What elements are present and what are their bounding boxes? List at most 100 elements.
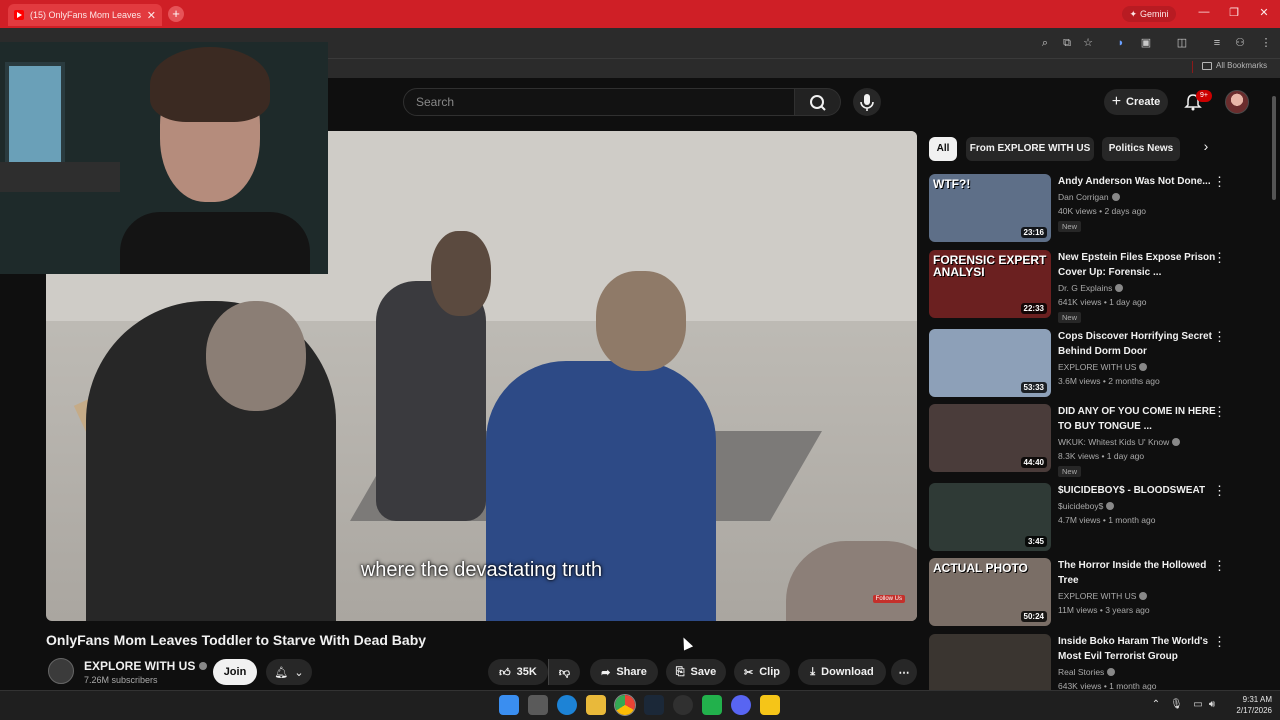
file-explorer-icon[interactable]: [586, 695, 606, 715]
channel-avatar[interactable]: [48, 658, 74, 684]
more-actions-button[interactable]: ⋯: [891, 659, 917, 685]
video-title: OnlyFans Mom Leaves Toddler to Starve Wi…: [46, 632, 427, 648]
gemini-label: Gemini: [1140, 9, 1169, 19]
verified-icon: [1107, 668, 1116, 676]
search-button[interactable]: [795, 88, 841, 116]
start-icon[interactable]: [499, 695, 519, 715]
chip-politics-news[interactable]: Politics News: [1102, 137, 1180, 161]
steam-icon[interactable]: [644, 695, 664, 715]
recommended-video-title[interactable]: Andy Anderson Was Not Done...: [1058, 174, 1226, 189]
video-scene-head-woman: [431, 231, 491, 316]
microphone-icon: [860, 94, 874, 111]
recommended-video-title[interactable]: The Horror Inside the Hollowed Tree: [1058, 558, 1226, 588]
split-view-icon[interactable]: ◫: [1175, 36, 1189, 50]
recommended-channel[interactable]: $uicideboy$: [1058, 501, 1115, 511]
install-icon[interactable]: ⧉: [1060, 36, 1074, 50]
app-icon[interactable]: [760, 695, 780, 715]
zoom-icon[interactable]: ⌕: [1038, 36, 1052, 50]
reading-list-icon[interactable]: ≡: [1210, 36, 1224, 50]
more-options-icon[interactable]: ⋮: [1213, 405, 1226, 418]
video-thumbnail[interactable]: ACTUAL PHOTO 50:24: [929, 558, 1051, 626]
profile-icon[interactable]: ⚇: [1233, 36, 1247, 50]
chevron-right-icon[interactable]: ›: [1196, 138, 1216, 160]
chip-all[interactable]: All: [929, 137, 957, 161]
recommended-video-title[interactable]: Cops Discover Horrifying Secret Behind D…: [1058, 329, 1226, 359]
more-options-icon[interactable]: ⋮: [1213, 559, 1226, 572]
recommended-video[interactable]: ACTUAL PHOTO 50:24 The Horror Inside the H…: [929, 558, 1259, 630]
verified-icon: [199, 662, 208, 670]
bookmark-star-icon[interactable]: ☆: [1081, 36, 1095, 50]
save-button[interactable]: ⎘ Save: [666, 659, 726, 685]
recommended-video[interactable]: 44:40 DID ANY OF YOU COME IN HERE TO BUY …: [929, 404, 1259, 477]
subscriber-count: 7.26M subscribers: [84, 675, 158, 685]
minimize-button[interactable]: —: [1194, 6, 1214, 22]
recommended-channel[interactable]: EXPLORE WITH US: [1058, 591, 1148, 601]
close-tab-icon[interactable]: ✕: [147, 9, 156, 22]
like-button[interactable]: 👍︎ 35K: [488, 659, 548, 685]
recommended-video[interactable]: 53:33 Cops Discover Horrifying Secret Beh…: [929, 329, 1259, 401]
thumbs-up-icon: 👍︎: [499, 666, 511, 679]
extensions-puzzle-icon[interactable]: ▣: [1139, 36, 1153, 50]
more-options-icon[interactable]: ⋮: [1213, 484, 1226, 497]
more-options-icon[interactable]: ⋮: [1213, 635, 1226, 648]
recommended-video-title[interactable]: Inside Boko Haram The World's Most Evil …: [1058, 634, 1226, 664]
search-input[interactable]: Search: [403, 88, 795, 116]
recommended-channel[interactable]: EXPLORE WITH US: [1058, 362, 1148, 372]
task-view-icon[interactable]: [528, 695, 548, 715]
edge-icon[interactable]: [557, 695, 577, 715]
more-dots-icon: ⋯: [898, 666, 910, 679]
recommended-video[interactable]: WTF?! 23:16 Andy Anderson Was Not Done... D…: [929, 174, 1259, 246]
recommended-meta: 641K views • 1 day ago: [1058, 297, 1147, 307]
video-thumbnail[interactable]: 44:40: [929, 404, 1051, 472]
gemini-button[interactable]: ✦ Gemini: [1122, 6, 1176, 22]
chrome-icon[interactable]: [614, 694, 636, 716]
video-thumbnail[interactable]: WTF?! 23:16: [929, 174, 1051, 242]
bell-icon: 🔔︎: [274, 666, 289, 679]
recommended-video[interactable]: 3:45 $UICIDEBOY$ - BLOODSWEAT $uicideboy$ 4…: [929, 483, 1259, 555]
more-options-icon[interactable]: ⋮: [1213, 251, 1226, 264]
join-button[interactable]: Join: [213, 659, 257, 685]
chip-from-channel[interactable]: From EXPLORE WITH US: [966, 137, 1094, 161]
download-button[interactable]: ⤓ Download: [798, 659, 886, 685]
video-thumbnail[interactable]: 53:33: [929, 329, 1051, 397]
obs-icon[interactable]: [673, 695, 693, 715]
voice-search-button[interactable]: [853, 88, 881, 116]
taskbar-clock[interactable]: 9:31 AM 2/17/2026: [1234, 694, 1272, 716]
search-icon: [810, 95, 826, 111]
browser-tab[interactable]: (15) OnlyFans Mom Leaves ✕: [8, 4, 162, 26]
recommended-channel[interactable]: Dr. G Explains: [1058, 283, 1124, 293]
more-options-icon[interactable]: ⋮: [1213, 330, 1226, 343]
clip-button[interactable]: ✂ Clip: [734, 659, 790, 685]
account-avatar[interactable]: [1225, 90, 1249, 114]
network-icon[interactable]: ▭: [1192, 699, 1204, 711]
create-button[interactable]: + Create: [1104, 89, 1168, 115]
scrollbar-thumb[interactable]: [1272, 96, 1276, 200]
menu-dots-icon[interactable]: ⋮: [1259, 36, 1273, 50]
new-tab-button[interactable]: +: [168, 6, 184, 22]
video-thumbnail[interactable]: FORENSIC EXPERT ANALYSI 22:33: [929, 250, 1051, 318]
extension-icon[interactable]: ◗: [1114, 36, 1128, 50]
tray-chevron-up-icon[interactable]: ⌃: [1150, 699, 1162, 711]
dislike-button[interactable]: 👎︎: [548, 659, 580, 685]
close-window-button[interactable]: ✕: [1254, 6, 1274, 22]
restore-button[interactable]: ❐: [1224, 6, 1244, 22]
green-app-icon[interactable]: [702, 695, 722, 715]
recommended-video-title[interactable]: $UICIDEBOY$ - BLOODSWEAT: [1058, 483, 1226, 498]
channel-name-link[interactable]: EXPLORE WITH US: [84, 659, 208, 673]
share-label: Share: [616, 666, 647, 678]
recommended-channel[interactable]: WKUK: Whitest Kids U' Know: [1058, 437, 1181, 447]
all-bookmarks-label: All Bookmarks: [1216, 61, 1268, 70]
recommended-channel[interactable]: Real Stories: [1058, 667, 1116, 677]
recommended-video-title[interactable]: New Epstein Files Expose Prison Cover Up…: [1058, 250, 1226, 280]
recommended-channel[interactable]: Dan Corrigan: [1058, 192, 1120, 202]
all-bookmarks-button[interactable]: All Bookmarks: [1202, 61, 1267, 70]
volume-icon[interactable]: 🔊︎: [1206, 699, 1218, 711]
video-thumbnail[interactable]: 3:45: [929, 483, 1051, 551]
more-options-icon[interactable]: ⋮: [1213, 175, 1226, 188]
subscription-bell-button[interactable]: 🔔︎ ⌄: [266, 659, 312, 685]
recommended-video-title[interactable]: DID ANY OF YOU COME IN HERE TO BUY TONGU…: [1058, 404, 1226, 434]
mic-tray-icon[interactable]: 🎙︎: [1170, 699, 1183, 711]
share-button[interactable]: ➦ Share: [590, 659, 658, 685]
recommended-video[interactable]: FORENSIC EXPERT ANALYSI 22:33 New Epstein …: [929, 250, 1259, 323]
discord-icon[interactable]: [731, 695, 751, 715]
